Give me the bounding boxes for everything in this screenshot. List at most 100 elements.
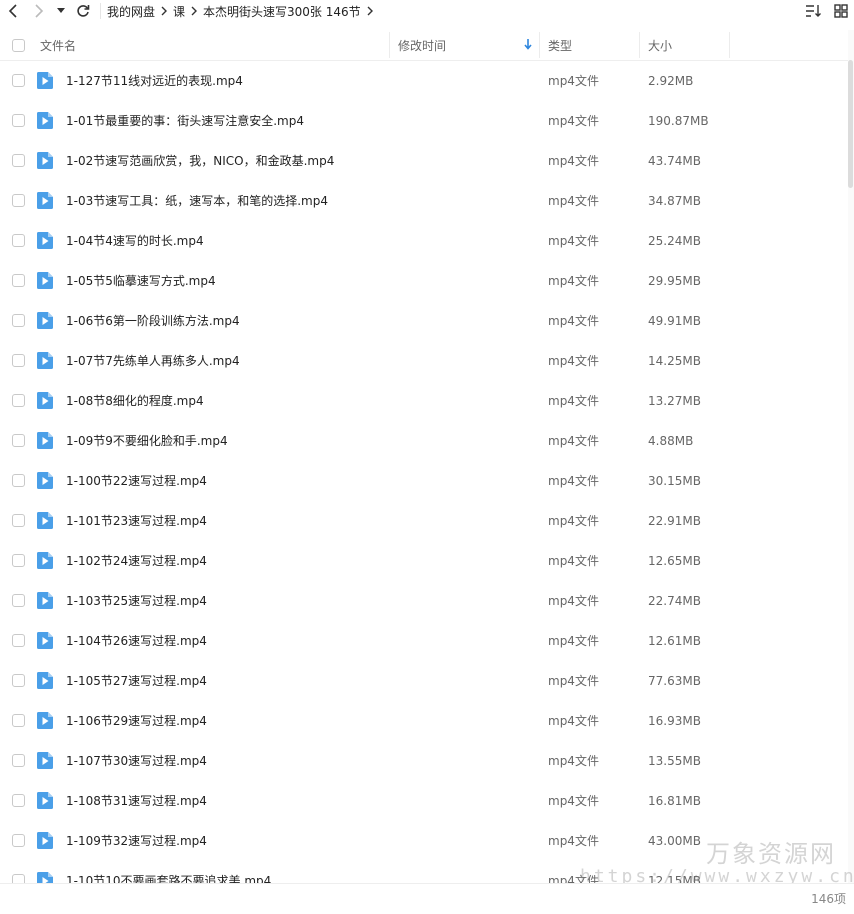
file-name[interactable]: 1-01节最重要的事：街头速写注意安全.mp4 — [66, 101, 304, 141]
file-name[interactable]: 1-106节29速写过程.mp4 — [66, 701, 207, 741]
file-name[interactable]: 1-06节6第一阶段训练方法.mp4 — [66, 301, 240, 341]
file-size: 13.27MB — [648, 394, 701, 408]
column-header-name[interactable]: 文件名 — [40, 30, 388, 60]
file-name[interactable]: 1-100节22速写过程.mp4 — [66, 461, 207, 501]
row-checkbox[interactable] — [12, 354, 25, 367]
file-size: 16.81MB — [648, 794, 701, 808]
column-divider[interactable] — [539, 32, 540, 58]
file-row[interactable]: 1-01节最重要的事：街头速写注意安全.mp4 mp4文件 190.87MB — [0, 101, 848, 141]
column-header-size[interactable]: 大小 — [648, 30, 728, 60]
sort-button[interactable] — [804, 2, 822, 20]
row-checkbox[interactable] — [12, 194, 25, 207]
file-name[interactable]: 1-104节26速写过程.mp4 — [66, 621, 207, 661]
file-name[interactable]: 1-105节27速写过程.mp4 — [66, 661, 207, 701]
file-name[interactable]: 1-108节31速写过程.mp4 — [66, 781, 207, 821]
file-row[interactable]: 1-05节5临摹速写方式.mp4 mp4文件 29.95MB — [0, 261, 848, 301]
video-file-icon — [37, 72, 53, 89]
file-name[interactable]: 1-05节5临摹速写方式.mp4 — [66, 261, 216, 301]
grid-view-button[interactable] — [832, 2, 850, 20]
file-row[interactable]: 1-02节速写范画欣赏，我，NICO，和金政基.mp4 mp4文件 43.74MB — [0, 141, 848, 181]
file-name[interactable]: 1-103节25速写过程.mp4 — [66, 581, 207, 621]
file-type: mp4文件 — [548, 714, 599, 728]
row-checkbox[interactable] — [12, 314, 25, 327]
row-checkbox[interactable] — [12, 834, 25, 847]
sort-list-icon — [806, 5, 821, 17]
file-name[interactable]: 1-02节速写范画欣赏，我，NICO，和金政基.mp4 — [66, 141, 334, 181]
select-all-checkbox[interactable] — [12, 30, 25, 60]
video-file-icon — [37, 112, 53, 129]
file-size: 4.88MB — [648, 434, 694, 448]
file-row[interactable]: 1-103节25速写过程.mp4 mp4文件 22.74MB — [0, 581, 848, 621]
file-row[interactable]: 1-106节29速写过程.mp4 mp4文件 16.93MB — [0, 701, 848, 741]
file-row[interactable]: 1-104节26速写过程.mp4 mp4文件 12.61MB — [0, 621, 848, 661]
history-dropdown-button[interactable] — [52, 0, 70, 22]
file-name[interactable]: 1-08节8细化的程度.mp4 — [66, 381, 204, 421]
file-name[interactable]: 1-03节速写工具：纸，速写本，和笔的选择.mp4 — [66, 181, 328, 221]
row-checkbox[interactable] — [12, 434, 25, 447]
column-header-modified[interactable]: 修改时间 — [398, 30, 538, 60]
video-file-icon — [37, 232, 53, 249]
file-name[interactable]: 1-107节30速写过程.mp4 — [66, 741, 207, 781]
row-checkbox[interactable] — [12, 754, 25, 767]
file-row[interactable]: 1-107节30速写过程.mp4 mp4文件 13.55MB — [0, 741, 848, 781]
breadcrumb-item-folder[interactable]: 课 — [173, 3, 185, 20]
file-row[interactable]: 1-102节24速写过程.mp4 mp4文件 12.65MB — [0, 541, 848, 581]
row-checkbox[interactable] — [12, 714, 25, 727]
file-name[interactable]: 1-10节10不要画套路不要追求美.mp4 — [66, 861, 271, 883]
file-row[interactable]: 1-127节11线对远近的表现.mp4 mp4文件 2.92MB — [0, 61, 848, 101]
row-checkbox[interactable] — [12, 554, 25, 567]
row-checkbox[interactable] — [12, 594, 25, 607]
file-row[interactable]: 1-07节7先练单人再练多人.mp4 mp4文件 14.25MB — [0, 341, 848, 381]
file-size: 13.55MB — [648, 754, 701, 768]
breadcrumb-separator-icon — [155, 6, 173, 16]
back-button[interactable] — [0, 0, 26, 22]
scrollbar-thumb[interactable] — [848, 60, 853, 188]
column-header-type[interactable]: 类型 — [548, 30, 638, 60]
file-type: mp4文件 — [548, 314, 599, 328]
file-row[interactable]: 1-03节速写工具：纸，速写本，和笔的选择.mp4 mp4文件 34.87MB — [0, 181, 848, 221]
file-name[interactable]: 1-101节23速写过程.mp4 — [66, 501, 207, 541]
row-checkbox[interactable] — [12, 394, 25, 407]
row-checkbox[interactable] — [12, 74, 25, 87]
file-name[interactable]: 1-07节7先练单人再练多人.mp4 — [66, 341, 240, 381]
row-checkbox[interactable] — [12, 794, 25, 807]
refresh-button[interactable] — [70, 0, 96, 22]
row-checkbox[interactable] — [12, 474, 25, 487]
file-list: 1-127节11线对远近的表现.mp4 mp4文件 2.92MB 1-01节最重要的事… — [0, 61, 848, 883]
file-row[interactable]: 1-108节31速写过程.mp4 mp4文件 16.81MB — [0, 781, 848, 821]
file-type: mp4文件 — [548, 354, 599, 368]
file-row[interactable]: 1-100节22速写过程.mp4 mp4文件 30.15MB — [0, 461, 848, 501]
chevron-left-icon — [8, 4, 17, 18]
file-name[interactable]: 1-109节32速写过程.mp4 — [66, 821, 207, 861]
video-file-icon — [37, 632, 53, 649]
file-name[interactable]: 1-04节4速写的时长.mp4 — [66, 221, 204, 261]
file-row[interactable]: 1-08节8细化的程度.mp4 mp4文件 13.27MB — [0, 381, 848, 421]
breadcrumb-item-current[interactable]: 本杰明街头速写300张 146节 — [203, 3, 361, 20]
file-name[interactable]: 1-09节9不要细化脸和手.mp4 — [66, 421, 228, 461]
column-divider[interactable] — [389, 32, 390, 58]
row-checkbox[interactable] — [12, 514, 25, 527]
row-checkbox[interactable] — [12, 274, 25, 287]
row-checkbox[interactable] — [12, 874, 25, 883]
forward-button[interactable] — [26, 0, 52, 22]
video-file-icon — [37, 432, 53, 449]
file-row[interactable]: 1-06节6第一阶段训练方法.mp4 mp4文件 49.91MB — [0, 301, 848, 341]
video-file-icon — [37, 872, 53, 883]
file-row[interactable]: 1-04节4速写的时长.mp4 mp4文件 25.24MB — [0, 221, 848, 261]
file-name[interactable]: 1-127节11线对远近的表现.mp4 — [66, 61, 243, 101]
file-row[interactable]: 1-09节9不要细化脸和手.mp4 mp4文件 4.88MB — [0, 421, 848, 461]
row-checkbox[interactable] — [12, 234, 25, 247]
file-size: 14.25MB — [648, 354, 701, 368]
file-row[interactable]: 1-105节27速写过程.mp4 mp4文件 77.63MB — [0, 661, 848, 701]
file-name[interactable]: 1-102节24速写过程.mp4 — [66, 541, 207, 581]
row-checkbox[interactable] — [12, 114, 25, 127]
row-checkbox[interactable] — [12, 674, 25, 687]
column-divider[interactable] — [639, 32, 640, 58]
file-row[interactable]: 1-101节23速写过程.mp4 mp4文件 22.91MB — [0, 501, 848, 541]
breadcrumb-item-root[interactable]: 我的网盘 — [107, 3, 155, 20]
row-checkbox[interactable] — [12, 634, 25, 647]
row-checkbox[interactable] — [12, 154, 25, 167]
item-count: 146项 — [811, 892, 846, 906]
column-divider[interactable] — [729, 32, 730, 58]
toolbar: 我的网盘 课 本杰明街头速写300张 146节 — [0, 0, 854, 22]
